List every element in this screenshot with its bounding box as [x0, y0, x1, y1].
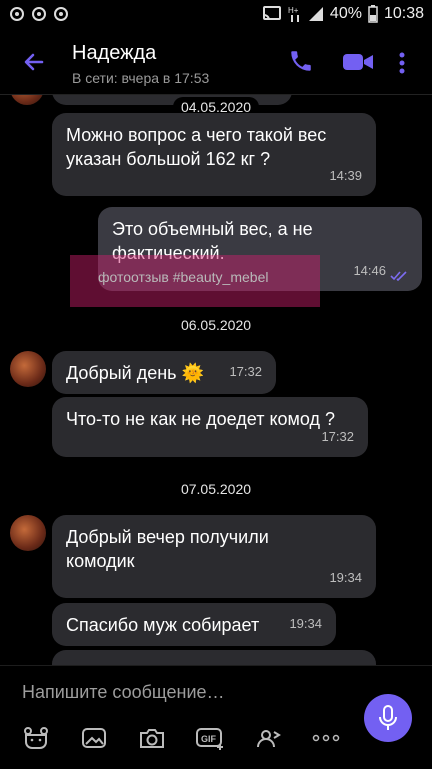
- message-bubble-partial: [52, 650, 376, 665]
- battery-icon: [368, 5, 378, 23]
- message-time: 19:34: [329, 570, 362, 585]
- message-list[interactable]: 04.05.2020 Можно вопрос а чего такой вес…: [0, 95, 432, 665]
- message-composer: Напишите сообщение… GIF: [0, 665, 432, 769]
- message-time: 17:32: [229, 364, 262, 379]
- message-time: 14:46: [353, 263, 386, 278]
- voice-message-button[interactable]: [364, 694, 412, 742]
- avatar[interactable]: [10, 351, 46, 387]
- sticker-icon[interactable]: [18, 724, 54, 752]
- svg-text:GIF: GIF: [201, 734, 217, 744]
- camera-icon[interactable]: [134, 724, 170, 752]
- aperture-icon: [54, 7, 68, 21]
- date-separator: 07.05.2020: [0, 479, 432, 499]
- message-text: Что-то не как не доедет комод ?: [66, 409, 336, 429]
- composer-toolbar: GIF: [18, 724, 344, 752]
- watermark-overlay: фотоотзыв #beauty_mebel: [70, 255, 320, 307]
- last-seen-status: В сети: вчера в 17:53: [72, 70, 210, 86]
- cast-icon: [262, 6, 281, 21]
- message-time: 17:32: [321, 429, 354, 444]
- gallery-icon[interactable]: [76, 724, 112, 752]
- message-bubble-incoming[interactable]: Спасибо муж собирает 19:34: [52, 603, 336, 646]
- message-bubble-incoming[interactable]: Добрый вечер получили комодик 19:34: [52, 515, 376, 598]
- chat-header: Надежда В сети: вчера в 17:53: [0, 30, 432, 95]
- share-contact-icon[interactable]: [250, 724, 286, 752]
- message-text: Можно вопрос а чего такой вес указан бол…: [66, 125, 327, 169]
- microphone-icon: [379, 705, 397, 730]
- svg-text:H+: H+: [288, 6, 299, 15]
- call-icon[interactable]: [288, 48, 314, 74]
- data-signal-icon: H+: [288, 6, 299, 22]
- date-separator: 06.05.2020: [0, 315, 432, 335]
- notification-icons: [10, 7, 68, 21]
- gif-icon[interactable]: GIF: [192, 724, 228, 752]
- avatar[interactable]: [10, 515, 46, 551]
- more-icon[interactable]: [308, 724, 344, 752]
- cell-signal-icon: [308, 7, 323, 21]
- message-bubble-incoming[interactable]: Можно вопрос а чего такой вес указан бол…: [52, 113, 376, 196]
- contact-name[interactable]: Надежда: [72, 42, 156, 65]
- message-bubble-incoming[interactable]: Добрый день 🌞 17:32: [52, 351, 276, 394]
- more-options-icon[interactable]: [398, 52, 406, 74]
- message-text: Добрый вечер получили комодик: [66, 527, 269, 571]
- video-call-icon[interactable]: [342, 52, 374, 72]
- message-input[interactable]: Напишите сообщение…: [22, 682, 225, 703]
- status-bar: H+ 40% 10:38: [0, 0, 432, 30]
- back-arrow-icon[interactable]: [22, 50, 46, 74]
- message-bubble-incoming[interactable]: Что-то не как не доедет комод ? 17:32: [52, 397, 368, 457]
- watermark-text: фотоотзыв #beauty_mebel: [98, 269, 269, 285]
- aperture-icon: [10, 7, 24, 21]
- message-time: 14:39: [329, 168, 362, 183]
- battery-percent: 40%: [329, 5, 362, 22]
- message-text: Спасибо муж собирает: [66, 615, 260, 635]
- read-checkmarks-icon: [390, 271, 407, 281]
- clock: 10:38: [383, 5, 424, 22]
- aperture-icon: [32, 7, 46, 21]
- message-time: 19:34: [289, 616, 322, 631]
